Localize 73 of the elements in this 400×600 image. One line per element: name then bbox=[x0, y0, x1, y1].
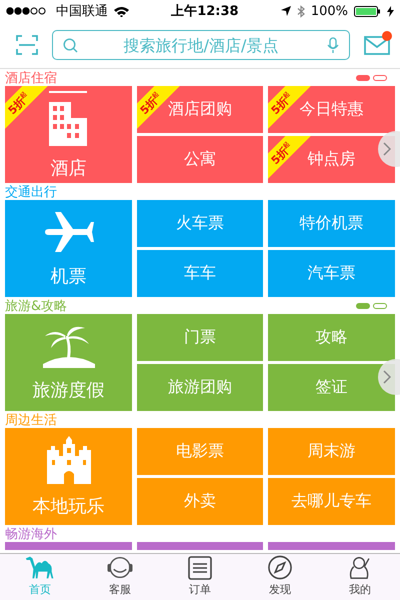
category-tile[interactable]: 汽车票 bbox=[268, 250, 395, 297]
category-tile[interactable]: 车车 bbox=[137, 250, 263, 297]
section-title: 交通出行 bbox=[5, 184, 58, 200]
chevron-right-icon bbox=[383, 370, 391, 384]
tile-label: 特价机票 bbox=[300, 213, 364, 234]
tile-label: 去哪儿专车 bbox=[292, 491, 372, 512]
tile-label: 本地玩乐 bbox=[32, 494, 104, 518]
tile-label: 酒店团购 bbox=[168, 99, 232, 120]
compass-icon[interactable] bbox=[267, 555, 293, 580]
tile-label: 周末游 bbox=[308, 441, 356, 462]
tile-label: 签证 bbox=[316, 377, 348, 398]
category-tile[interactable]: 旅游度假 bbox=[5, 314, 132, 411]
page-indicator[interactable] bbox=[373, 74, 387, 80]
tile-label: 旅游度假 bbox=[32, 378, 104, 402]
tab-item[interactable]: 客服 bbox=[80, 554, 160, 600]
tile-label: 车车 bbox=[184, 263, 216, 284]
search-field[interactable]: 搜索旅行地/酒店/景点 bbox=[52, 30, 350, 60]
tile-label: 今日特惠 bbox=[300, 99, 364, 120]
category-tile[interactable]: 火车票 bbox=[137, 200, 263, 247]
category-tile[interactable] bbox=[268, 542, 395, 550]
category-tile[interactable]: 周末游 bbox=[268, 428, 395, 475]
scan-icon[interactable] bbox=[16, 35, 38, 55]
category-tile[interactable]: 特价机票 bbox=[268, 200, 395, 247]
category-tile[interactable]: 攻略 bbox=[268, 314, 395, 361]
tile-label: 外卖 bbox=[184, 491, 216, 512]
hotel-building-icon bbox=[48, 90, 88, 146]
page-indicator[interactable] bbox=[356, 74, 370, 80]
tile-label: 酒店 bbox=[50, 156, 86, 180]
tile-label: 攻略 bbox=[316, 327, 348, 348]
tab-item[interactable]: 发现 bbox=[240, 554, 320, 600]
tile-label: 钟点房 bbox=[308, 149, 356, 170]
tile-label: 门票 bbox=[184, 327, 216, 348]
mail-icon[interactable] bbox=[364, 36, 390, 54]
tile-label: 火车票 bbox=[176, 213, 224, 234]
page-indicator[interactable] bbox=[356, 302, 370, 308]
tab-item[interactable]: 首页 bbox=[0, 554, 80, 600]
tile-label: 公寓 bbox=[184, 149, 216, 170]
category-tile[interactable]: 去哪儿专车 bbox=[268, 478, 395, 525]
category-tile[interactable]: 门票 bbox=[137, 314, 263, 361]
section-title: 旅游&攻略 bbox=[5, 298, 68, 314]
tab-item[interactable]: 订单 bbox=[160, 554, 240, 600]
page-indicator[interactable] bbox=[373, 302, 387, 308]
category-tile[interactable]: 旅游团购 bbox=[137, 364, 263, 411]
search-icon bbox=[63, 38, 78, 53]
wifi-icon bbox=[114, 6, 129, 16]
category-tile[interactable]: 电影票 bbox=[137, 428, 263, 475]
airplane-icon bbox=[42, 210, 94, 254]
category-tile[interactable] bbox=[5, 542, 132, 550]
tab-item[interactable]: 我的 bbox=[320, 554, 400, 600]
category-tile[interactable]: 本地玩乐 bbox=[5, 428, 132, 525]
section-title: 畅游海外 bbox=[5, 526, 58, 542]
section-title: 周边生活 bbox=[5, 412, 58, 428]
tile-label: 旅游团购 bbox=[168, 377, 232, 398]
category-tile[interactable]: 机票 bbox=[5, 200, 132, 297]
tile-label: 汽车票 bbox=[308, 263, 356, 284]
category-tile[interactable] bbox=[137, 542, 263, 550]
clock-time: 上午12:38 bbox=[171, 3, 239, 20]
battery-icon bbox=[354, 6, 381, 16]
category-tile[interactable]: 外卖 bbox=[137, 478, 263, 525]
tile-label: 机票 bbox=[50, 264, 86, 288]
section-title: 酒店住宿 bbox=[5, 70, 58, 86]
bluetooth-icon bbox=[296, 4, 305, 18]
charging-bolt-icon bbox=[387, 6, 394, 16]
castle-icon bbox=[46, 436, 90, 484]
carrier-name: 中国联通 bbox=[56, 3, 108, 20]
chevron-right-icon bbox=[383, 142, 391, 156]
location-arrow-icon bbox=[280, 6, 291, 16]
category-tile[interactable]: 公寓 bbox=[137, 136, 263, 183]
battery-percent: 100% bbox=[310, 4, 348, 18]
list-icon[interactable] bbox=[188, 556, 212, 580]
microphone-icon[interactable] bbox=[327, 37, 339, 54]
category-tile[interactable]: 签证 bbox=[268, 364, 395, 411]
tile-label: 电影票 bbox=[176, 441, 224, 462]
